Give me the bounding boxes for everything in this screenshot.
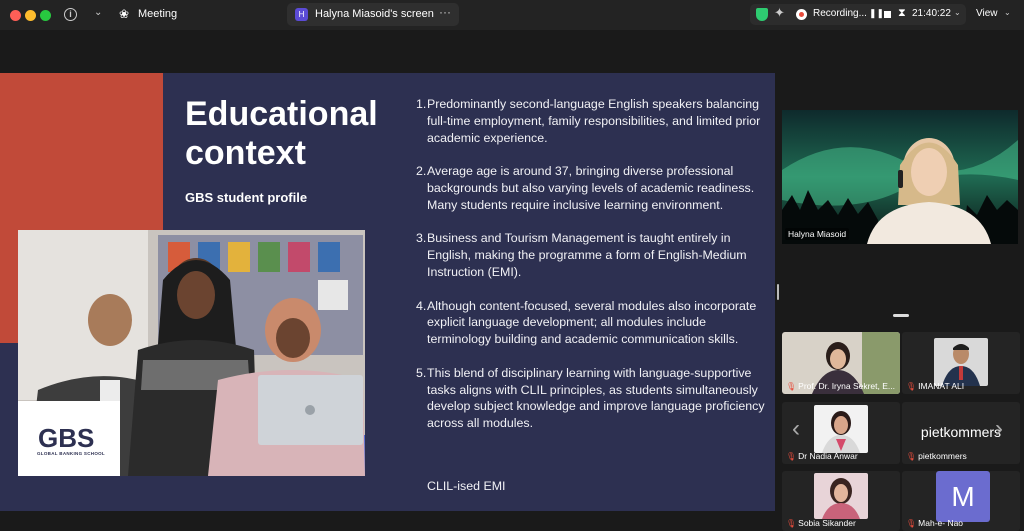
speaker-video[interactable]: Halyna Miasoid	[782, 110, 1018, 244]
slide-subtitle: GBS student profile	[185, 190, 308, 205]
panel-resize-handle[interactable]	[777, 284, 779, 300]
more-options-icon[interactable]: ···	[439, 5, 451, 19]
slide-footer: CLIL-ised EMI	[427, 479, 506, 493]
list-item: 4. Although content-focused, several modu…	[416, 298, 757, 347]
meeting-label: Meeting	[138, 8, 178, 20]
participant-tile[interactable]: 🎙 Prof. Dr. Iryna Sekret, E...	[782, 332, 900, 394]
recording-status-bar: ✦ Recording... ❚❚ ⧗ 21:40:22 ⌄	[750, 4, 966, 25]
panel-drag-handle[interactable]	[893, 314, 909, 317]
close-window-button[interactable]	[10, 10, 21, 21]
pause-icon[interactable]: ❚❚	[869, 8, 884, 19]
participant-video	[814, 473, 868, 519]
participant-name: 🎙 Sobia Sikander	[786, 518, 856, 528]
participant-video	[934, 338, 988, 386]
meeting-timer: 21:40:22	[912, 8, 951, 19]
view-button[interactable]: View	[976, 8, 998, 19]
chevron-down-icon[interactable]: ⌄	[954, 8, 961, 17]
mic-off-icon: 🎙	[906, 381, 917, 391]
list-item: 1. Predominantly second-language English …	[416, 97, 761, 145]
mic-off-icon: 🎙	[906, 451, 917, 461]
presenter-avatar: H	[295, 8, 308, 21]
shield-icon[interactable]	[756, 8, 768, 21]
mic-off-icon: 🎙	[786, 381, 797, 391]
participant-name: 🎙 Mah-e- Nao	[906, 518, 964, 528]
gbs-logo: GBS GLOBAL BANKING SCHOOL	[18, 401, 120, 476]
timer-icon: ⧗	[898, 7, 906, 19]
participant-video	[814, 405, 868, 453]
chevron-left-icon[interactable]: ‹	[792, 415, 800, 443]
logo-text: GBS	[38, 423, 95, 453]
chevron-down-icon[interactable]: ⌄	[94, 7, 102, 18]
screen-share-label: Halyna Miasoid's screen	[315, 8, 434, 20]
participant-tile[interactable]: 🎙 Sobia Sikander	[782, 471, 900, 531]
slide-photo: GBS GLOBAL BANKING SCHOOL	[18, 230, 365, 476]
slide-bullet-list: 1. Predominantly second-language English …	[416, 96, 766, 449]
mic-off-icon: 🎙	[906, 518, 917, 528]
logo-tagline: GLOBAL BANKING SCHOOL	[37, 451, 105, 456]
participant-name: 🎙 Prof. Dr. Iryna Sekret, E...	[786, 381, 895, 391]
speaker-video-illustration	[782, 110, 1018, 244]
speaker-name-label: Halyna Miasoid	[785, 228, 850, 240]
title-bar: i ⌄ ❀ Meeting H Halyna Miasoid's screen …	[0, 0, 1024, 30]
minimize-window-button[interactable]	[25, 10, 36, 21]
participant-name: 🎙 Dr Nadia Anwar	[786, 451, 858, 461]
participant-tile[interactable]: 🎙 IMANAT ALI	[902, 332, 1020, 394]
paw-icon: ❀	[119, 7, 130, 21]
list-item: 3. Business and Tourism Management is tau…	[416, 231, 747, 279]
list-item: 5. This blend of disciplinary learning wi…	[416, 365, 765, 431]
chevron-down-icon[interactable]: ⌄	[1004, 8, 1011, 17]
stop-icon[interactable]	[884, 11, 891, 18]
slide-title: Educational context	[185, 95, 378, 172]
info-icon[interactable]: i	[64, 8, 77, 21]
participant-avatar: M	[936, 471, 990, 522]
recording-label[interactable]: Recording...	[813, 8, 867, 19]
sparkle-icon[interactable]: ✦	[774, 5, 785, 21]
shared-slide: GBS GLOBAL BANKING SCHOOL Educational co…	[0, 73, 775, 511]
mic-off-icon: 🎙	[786, 518, 797, 528]
screen-share-tab[interactable]: H Halyna Miasoid's screen ···	[287, 3, 459, 26]
participant-name: 🎙 pietkommers	[906, 451, 967, 461]
chevron-right-icon[interactable]: ›	[995, 415, 1003, 443]
participant-name: 🎙 IMANAT ALI	[906, 381, 965, 391]
mic-off-icon: 🎙	[786, 451, 797, 461]
list-item: 2. Average age is around 37, bringing div…	[416, 164, 755, 212]
record-icon	[796, 9, 807, 20]
participant-tile[interactable]: M 🎙 Mah-e- Nao	[902, 471, 1020, 531]
maximize-window-button[interactable]	[40, 10, 51, 21]
